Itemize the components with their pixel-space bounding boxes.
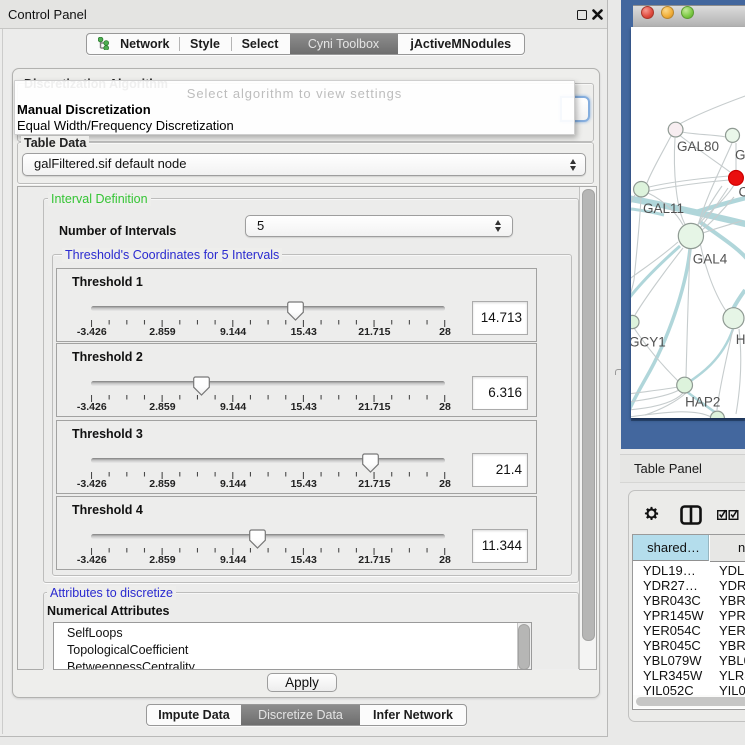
svg-text:GA: GA <box>735 147 745 162</box>
svg-text:GCY1: GCY1 <box>631 335 666 350</box>
svg-text:GAL80: GAL80 <box>677 139 719 154</box>
svg-text:C: C <box>739 185 745 200</box>
svg-text:GAL4: GAL4 <box>693 252 728 267</box>
svg-text:GAL11: GAL11 <box>643 201 684 216</box>
svg-text:HAP2: HAP2 <box>685 395 720 410</box>
svg-text:H: H <box>736 332 745 347</box>
